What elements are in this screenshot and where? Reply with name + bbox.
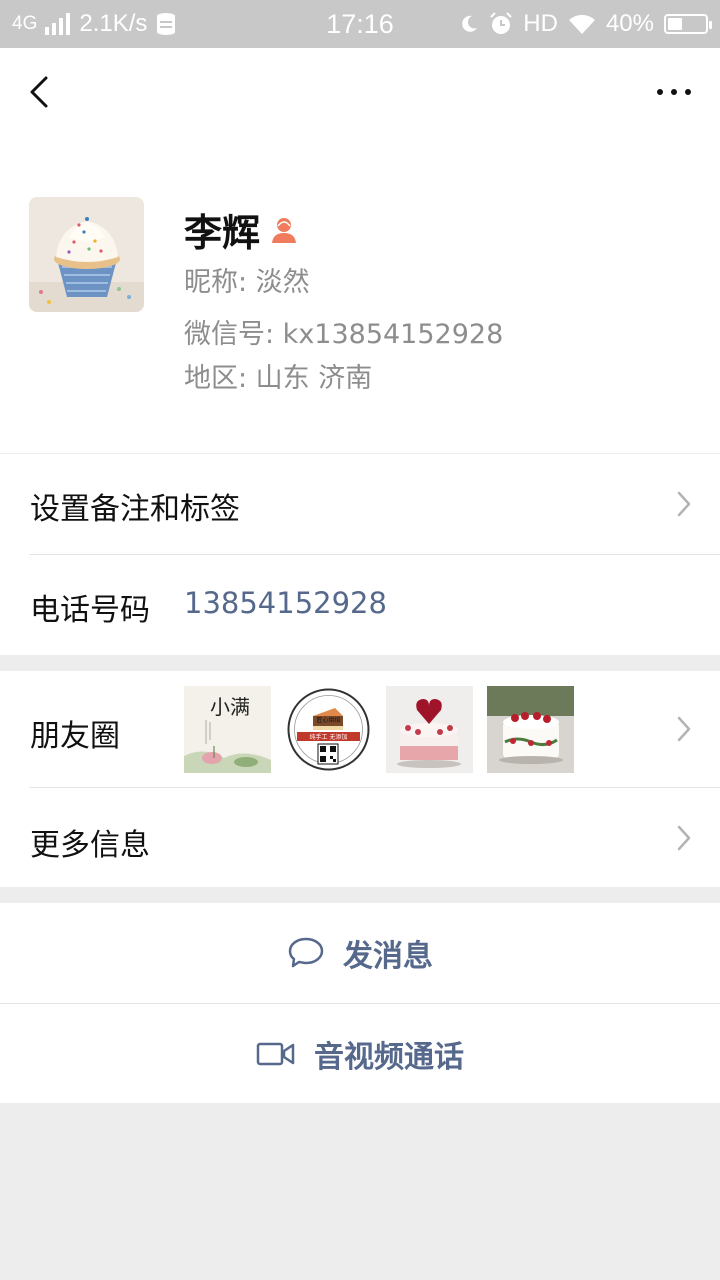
cupcake-avatar-image — [29, 197, 144, 312]
moments-row[interactable]: 朋友圈 小满 匠心烘焙 纯手工 无添加 — [0, 671, 720, 787]
set-remark-row[interactable]: 设置备注和标签 — [0, 454, 720, 554]
alarm-icon — [490, 12, 512, 34]
phone-row: 电话号码 13854152928 — [0, 555, 720, 655]
bakery-logo-image: 匠心烘焙 纯手工 无添加 — [285, 686, 372, 773]
more-info-label: 更多信息 — [30, 828, 150, 863]
profile-name-row: 李辉 — [184, 202, 298, 257]
moments-thumbnail[interactable] — [487, 686, 574, 773]
send-message-label: 发消息 — [343, 939, 433, 974]
moments-label: 朋友圈 — [30, 719, 120, 754]
nickname: 昵称: 淡然 — [184, 267, 310, 298]
moon-icon — [462, 15, 478, 32]
video-call-label: 音视频通话 — [314, 1040, 464, 1075]
chevron-right-icon — [677, 716, 691, 742]
more-options-icon[interactable] — [654, 80, 694, 104]
phone-number-link[interactable]: 13854152928 — [184, 586, 387, 620]
video-call-button[interactable]: 音视频通话 — [0, 1004, 720, 1104]
wechat-id: 微信号: kx13854152928 — [184, 319, 504, 350]
strawberry-cake-image — [487, 686, 574, 773]
profile-name: 李辉 — [184, 211, 261, 255]
contact-info-section: 设置备注和标签 电话号码 13854152928 — [0, 454, 720, 655]
gender-female-icon — [272, 217, 297, 243]
calligraphy-lotus-image: 小满 — [184, 686, 271, 773]
set-remark-label: 设置备注和标签 — [30, 492, 240, 527]
more-info-row[interactable]: 更多信息 — [0, 788, 720, 888]
moments-section: 朋友圈 小满 匠心烘焙 纯手工 无添加 更多信息 — [0, 671, 720, 887]
send-message-button[interactable]: 发消息 — [0, 903, 720, 1003]
chat-bubble-icon — [288, 937, 324, 968]
hd-indicator: HD — [523, 10, 558, 37]
chevron-right-icon — [677, 491, 691, 517]
moments-thumbnail[interactable]: 匠心烘焙 纯手工 无添加 — [285, 686, 372, 773]
chevron-right-icon — [677, 825, 691, 851]
moments-thumbnail[interactable]: 小满 — [184, 686, 271, 773]
profile-header: 李辉 昵称: 淡然 微信号: kx13854152928 地区: 山东 济南 — [0, 48, 720, 453]
phone-label: 电话号码 — [30, 593, 150, 628]
video-camera-icon — [256, 1042, 295, 1066]
moments-thumbnail[interactable] — [386, 686, 473, 773]
status-bar: 4G 2.1K/s 17:16 HD 40% — [0, 0, 720, 48]
back-arrow-icon[interactable] — [20, 72, 60, 112]
heart-cake-image — [386, 686, 473, 773]
avatar[interactable] — [29, 197, 144, 312]
actions-section: 发消息 音视频通话 — [0, 903, 720, 1103]
thumb-caption-bakery: 纯手工 无添加 — [310, 733, 348, 741]
battery-percent: 40% — [605, 10, 654, 37]
thumb-text-bakery: 匠心烘焙 — [316, 716, 340, 724]
region: 地区: 山东 济南 — [184, 363, 373, 394]
thumb-text-xiaoman: 小满 — [210, 695, 250, 719]
wifi-icon — [568, 14, 595, 34]
battery-icon — [664, 14, 712, 34]
